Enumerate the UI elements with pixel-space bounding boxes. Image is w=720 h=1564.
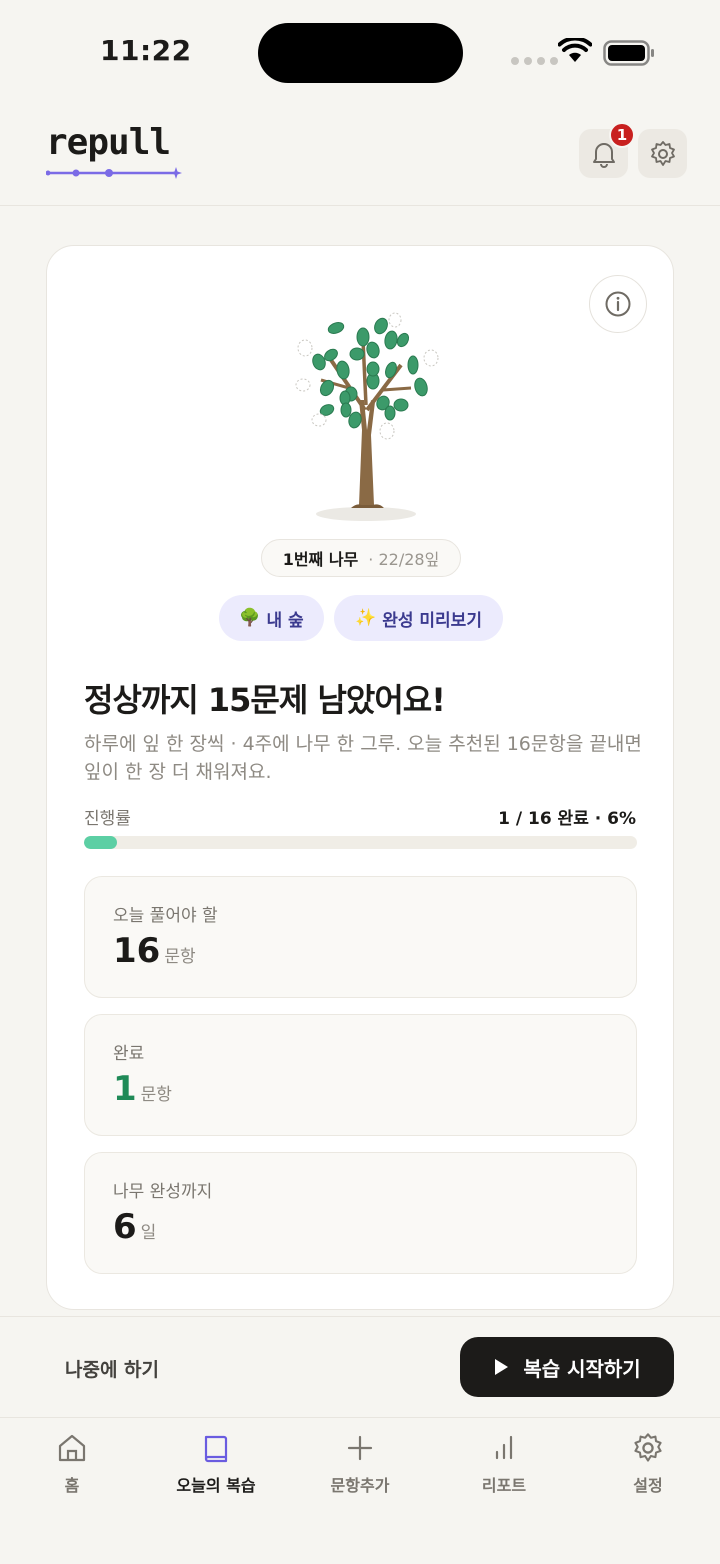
action-bar: 나중에 하기 복습 시작하기: [0, 1316, 720, 1416]
description: 하루에 잎 한 장씩 · 4주에 나무 한 그루. 오늘 추천된 16문항을 끝…: [84, 733, 642, 783]
tab-label: 설정: [633, 1476, 663, 1495]
gear-icon: [650, 140, 675, 166]
tab-today-review[interactable]: 오늘의 복습: [144, 1432, 288, 1512]
status-bar: 11:22: [0, 0, 720, 100]
settings-button[interactable]: [638, 129, 687, 178]
repull-logo[interactable]: repull: [46, 122, 186, 179]
bar-chart-icon: [495, 1435, 513, 1460]
stat-number: 16: [113, 931, 161, 971]
tree-progress-card: 1번째 나무 · 22/28잎 🌳 내 숲 ✨ 완성 미리보기 정상까지 15문…: [46, 245, 674, 1310]
leaf-count: · 22/28잎: [368, 550, 440, 569]
gear-icon: [634, 1433, 662, 1462]
progress-label: 진행률: [84, 809, 131, 829]
logo-text: repull: [46, 122, 171, 163]
tree-number: 1번째 나무: [282, 550, 359, 569]
my-forest-label: 내 숲: [266, 610, 304, 631]
tab-label: 리포트: [481, 1476, 527, 1495]
progress-fill: [84, 836, 118, 849]
wifi-icon: [558, 38, 592, 62]
start-review-button[interactable]: 복습 시작하기: [460, 1337, 674, 1397]
completion-preview-label: 완성 미리보기: [382, 610, 482, 631]
completion-preview-chip[interactable]: ✨ 완성 미리보기: [334, 595, 503, 641]
play-icon: [495, 1359, 509, 1375]
tree-count-pill: 1번째 나무 · 22/28잎: [261, 539, 461, 577]
stat-number: 6: [113, 1207, 137, 1247]
tree-illustration: [295, 312, 439, 521]
dynamic-island: [258, 23, 463, 83]
stat-value: 16 문항: [113, 931, 196, 971]
progress-bar: [84, 836, 637, 849]
stat-label: 오늘 풀어야 할: [113, 906, 218, 926]
logo-underline-icon: [46, 167, 182, 179]
notification-badge: 1: [609, 122, 635, 148]
sparkles-icon: ✨: [355, 608, 377, 628]
app-header: repull: [0, 100, 720, 206]
tab-label: 오늘의 복습: [176, 1476, 256, 1495]
stat-value: 1 문항: [113, 1069, 172, 1109]
battery-icon: [603, 40, 654, 66]
book-icon: [204, 1435, 228, 1463]
plus-icon: [347, 1435, 373, 1461]
stat-value: 6 일: [113, 1207, 156, 1247]
tab-bar: 홈 오늘의 복습 문항추가 리포트 설정: [0, 1417, 720, 1564]
headline: 정상까지 15문제 남았어요!: [84, 681, 446, 719]
tree-emoji-icon: 🌳: [239, 608, 261, 628]
stat-unit: 문항: [140, 1085, 172, 1105]
stat-card-done: 완료 1 문항: [84, 1014, 637, 1136]
progress-value: 1 / 16 완료 · 6%: [498, 809, 636, 829]
tab-home[interactable]: 홈: [0, 1432, 144, 1512]
start-review-label: 복습 시작하기: [523, 1356, 641, 1381]
stat-unit: 문항: [164, 947, 196, 967]
stat-unit: 일: [140, 1223, 157, 1243]
tab-report[interactable]: 리포트: [432, 1432, 576, 1512]
status-time: 11:22: [100, 34, 192, 67]
cellular-signal-icon: [511, 57, 558, 65]
stat-label: 완료: [113, 1044, 145, 1064]
tab-settings[interactable]: 설정: [576, 1432, 720, 1512]
info-icon: [605, 291, 631, 317]
my-forest-chip[interactable]: 🌳 내 숲: [219, 595, 324, 641]
stat-number: 1: [113, 1069, 137, 1109]
tab-label: 홈: [64, 1476, 80, 1495]
stat-card-days-left: 나무 완성까지 6 일: [84, 1152, 637, 1274]
info-button[interactable]: [589, 275, 647, 333]
later-button[interactable]: 나중에 하기: [65, 1355, 159, 1382]
stat-card-today: 오늘 풀어야 할 16 문항: [84, 876, 637, 998]
tab-label: 문항추가: [330, 1476, 390, 1495]
stat-label: 나무 완성까지: [113, 1182, 213, 1202]
tab-add-question[interactable]: 문항추가: [288, 1432, 432, 1512]
home-icon: [58, 1434, 86, 1462]
